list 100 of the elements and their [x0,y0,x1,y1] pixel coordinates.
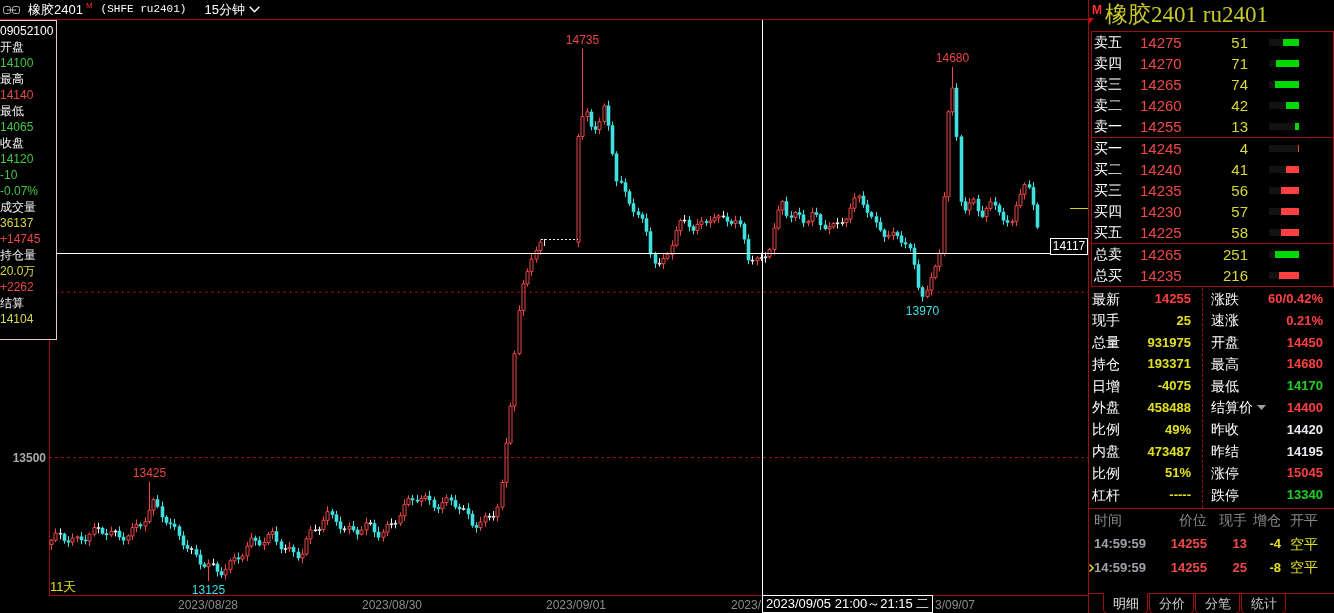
data-window-entry: -10 [0,167,19,183]
link-icon [3,5,20,14]
quote-label: 结算价 [1211,399,1253,417]
data-window-entry: 14065 [0,119,35,135]
data-window-entry: 收盘 [0,135,25,151]
order-volume: 41 [1230,160,1248,179]
low-price-label: 13970 [905,303,940,318]
order-volume: 58 [1230,223,1248,242]
quote-value: 13340 [1286,487,1323,503]
order-volume: 251 [1221,245,1248,264]
order-volume: 4 [1238,139,1248,158]
data-window-entry: 36137 [0,215,35,231]
quote-value: 193371 [1147,356,1191,373]
quote-value: 14450 [1286,334,1323,351]
order-price: 14240 [1140,160,1183,179]
order-price: 14230 [1140,202,1183,221]
order-price: 14245 [1140,139,1183,158]
quote-value: 15045 [1286,465,1323,482]
price-axis-label: 13500 [12,451,46,465]
panel-tab[interactable]: 分价 [1149,594,1194,613]
order-level-label: 卖一 [1093,118,1123,135]
order-level-label: 买二 [1093,161,1123,178]
order-volume: 56 [1230,181,1248,200]
quote-value: 14170 [1286,378,1323,394]
high-price-label: 13425 [132,465,167,480]
quote-value: 14420 [1286,421,1323,438]
order-level-label: 买三 [1093,182,1123,199]
order-volume: 42 [1230,96,1248,115]
caret-down-icon[interactable] [1257,405,1266,411]
column-header: 价位 [1178,512,1207,530]
order-level-label: 总卖 [1093,246,1123,263]
crosshair-price-label: 14117 [1050,238,1088,255]
data-window-entry: 14120 [0,151,35,167]
tick-cell-text: -8 [1268,559,1281,576]
high-price-label: 14735 [565,32,600,47]
panel-tab[interactable]: 统计 [1241,594,1286,613]
date-axis-label: 3/09/07 [935,598,976,612]
data-window-entry: +14745 [0,231,42,247]
tick-cell-text: -4 [1268,536,1281,553]
data-window-entry: 最低 [0,103,25,119]
order-level-label: 总买 [1093,267,1123,284]
order-level-label: 卖四 [1093,55,1123,72]
last-price-marker [1069,208,1088,209]
panel-tab[interactable]: 分笔 [1195,594,1240,613]
order-level-label: 卖五 [1093,34,1123,51]
data-window-entry: 14100 [0,55,35,71]
data-window-entry: 14104 [0,311,35,327]
quote-label: 持仓 [1092,355,1120,373]
quote-label: 最低 [1211,377,1239,395]
date-axis-label: 2023/ [730,598,761,612]
chevron-down-icon [248,6,260,13]
column-header: 增仓 [1252,512,1281,530]
period-dropdown[interactable]: 15分钟 [202,3,262,16]
quote-value: ----- [1169,487,1191,503]
order-price: 14275 [1140,33,1183,52]
quote-label: 杠杆 [1092,486,1120,504]
tick-cell-text: 14:59:59 [1094,559,1148,576]
order-level-label: 买一 [1093,140,1123,157]
order-price: 14225 [1140,223,1183,242]
data-window-entry: 09052100 [0,23,55,39]
panel-tab[interactable]: 明细 [1103,593,1148,613]
order-price: 14235 [1140,266,1183,285]
exchange-code-label: (SHFE ru2401) [100,2,187,17]
quote-label: 现手 [1092,312,1120,330]
order-level-label: 买五 [1093,224,1123,241]
data-window-entry: -0.07% [0,183,40,199]
order-price: 14235 [1140,181,1183,200]
quote-label: 速涨 [1211,312,1239,330]
tick-cell-text: 14255 [1169,536,1207,553]
data-window-entry: 持仓量 [0,247,37,263]
quote-label: 日增 [1092,377,1120,395]
quote-label: 涨停 [1211,464,1239,482]
quote-value: 49% [1164,421,1191,438]
order-volume: 57 [1230,202,1248,221]
date-axis-label: 2023/08/30 [361,598,423,612]
order-volume: 74 [1230,75,1248,94]
quote-value: 60/0.42% [1268,291,1323,307]
data-window-entry: +2262 [0,279,35,295]
contract-title: 橡胶2401 ru2401 [1105,1,1268,29]
quote-value: 14195 [1286,443,1323,460]
tick-cell-text: 14:59:59 [1094,536,1148,553]
quote-label: 昨收 [1211,421,1239,439]
quote-label: 最新 [1092,290,1120,308]
contract-flag-label: M [1092,3,1102,18]
order-price: 14265 [1140,245,1183,264]
quote-label: 总量 [1092,334,1120,351]
quote-label: 最高 [1211,355,1239,373]
dashed-price-line [540,238,579,247]
quote-label: 昨结 [1211,443,1239,460]
quote-label: 比例 [1092,464,1120,482]
order-price: 14260 [1140,96,1183,115]
order-level-label: 买四 [1093,203,1123,220]
order-level-label: 卖三 [1093,76,1123,93]
order-level-label: 卖二 [1093,97,1123,114]
low-price-label: 13125 [191,582,226,597]
quote-value: 51% [1164,465,1191,482]
corner-triangle-icon [1089,18,1094,24]
tick-cell-text: 25 [1231,559,1247,576]
quote-value: 25 [1176,312,1191,329]
order-price: 14270 [1140,54,1183,73]
